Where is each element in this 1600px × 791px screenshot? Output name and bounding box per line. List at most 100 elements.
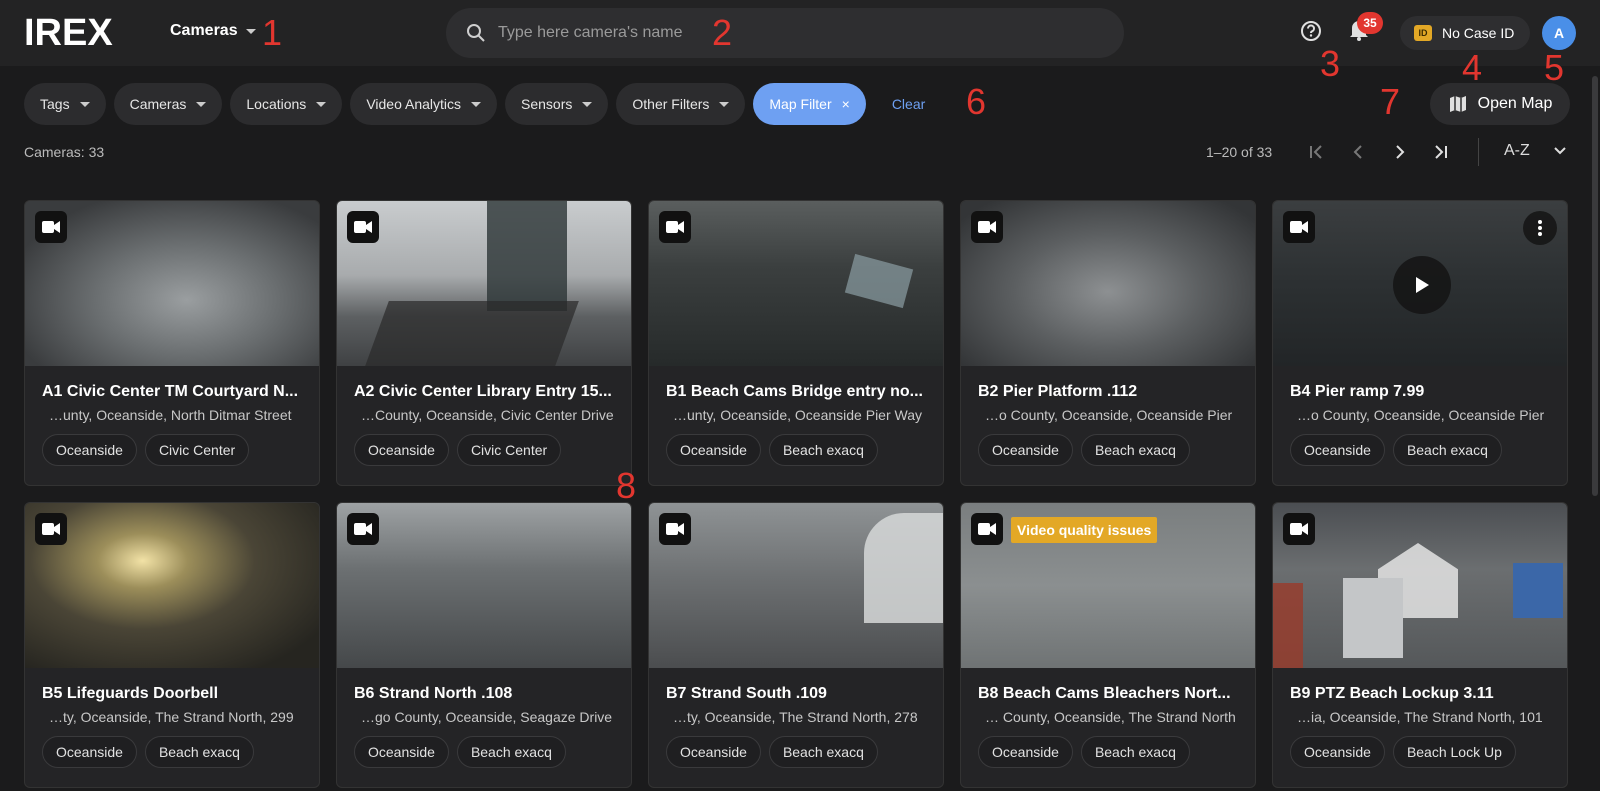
camera-thumbnail[interactable] bbox=[337, 503, 631, 668]
prev-page-button[interactable] bbox=[1346, 140, 1370, 164]
camera-tag[interactable]: Oceanside bbox=[978, 736, 1073, 768]
chevron-right-icon bbox=[1396, 145, 1405, 159]
filter-locations[interactable]: Locations bbox=[230, 83, 343, 125]
camera-tag[interactable]: Oceanside bbox=[1290, 736, 1385, 768]
camera-title: A1 Civic Center TM Courtyard N... bbox=[42, 383, 299, 400]
camera-thumbnail[interactable] bbox=[1273, 201, 1567, 366]
camera-title: B2 Pier Platform .112 bbox=[978, 383, 1138, 400]
last-page-icon bbox=[1435, 145, 1447, 159]
next-page-button[interactable] bbox=[1388, 140, 1412, 164]
first-page-button[interactable] bbox=[1305, 140, 1329, 164]
camera-card[interactable]: B2 Pier Platform .112 …o County, Oceansi… bbox=[960, 200, 1256, 486]
camera-tag[interactable]: Oceanside bbox=[666, 434, 761, 466]
camera-thumbnail[interactable]: Video quality issues bbox=[961, 503, 1255, 668]
open-map-button[interactable]: Open Map bbox=[1430, 83, 1570, 125]
play-button[interactable] bbox=[1393, 256, 1451, 314]
camera-search-box[interactable] bbox=[446, 8, 1124, 58]
camera-tag[interactable]: Beach exacq bbox=[1080, 434, 1190, 466]
search-input[interactable] bbox=[498, 24, 1058, 42]
case-id-selector[interactable]: ID No Case ID bbox=[1400, 16, 1530, 50]
camera-title: B6 Strand North .108 bbox=[354, 685, 513, 702]
camera-tag[interactable]: Beach Lock Up bbox=[1392, 736, 1516, 768]
thumb-detail bbox=[1273, 583, 1303, 668]
camera-card[interactable]: Video quality issues B8 Beach Cams Bleac… bbox=[960, 502, 1256, 788]
camera-tag[interactable]: Oceanside bbox=[42, 736, 137, 768]
filter-label: Tags bbox=[40, 96, 70, 112]
annotation-marker-2: 2 bbox=[712, 12, 733, 53]
camera-card[interactable]: B9 PTZ Beach Lockup 3.11 …ia, Oceanside,… bbox=[1272, 502, 1568, 788]
filter-sensors[interactable]: Sensors bbox=[505, 83, 609, 125]
toolbar-divider bbox=[1478, 138, 1479, 166]
video-camera-icon bbox=[347, 211, 379, 243]
cameras-nav-dropdown[interactable]: Cameras bbox=[170, 22, 256, 40]
camera-tag[interactable]: Civic Center bbox=[456, 434, 562, 466]
open-map-label: Open Map bbox=[1477, 95, 1553, 112]
filter-tags[interactable]: Tags bbox=[24, 83, 106, 125]
camera-card[interactable]: B6 Strand North .108 …go County, Oceansi… bbox=[336, 502, 632, 788]
last-page-button[interactable] bbox=[1428, 140, 1452, 164]
annotation-marker-5: 5 bbox=[1544, 47, 1565, 88]
sort-dropdown[interactable]: A-Z bbox=[1504, 142, 1568, 160]
video-camera-icon bbox=[347, 513, 379, 545]
filter-label: Sensors bbox=[521, 96, 573, 112]
camera-card[interactable]: A1 Civic Center TM Courtyard N... …unty,… bbox=[24, 200, 320, 486]
camera-card[interactable]: B5 Lifeguards Doorbell …ty, Oceanside, T… bbox=[24, 502, 320, 788]
sort-label: A-Z bbox=[1504, 142, 1530, 159]
camera-thumbnail[interactable] bbox=[337, 201, 631, 366]
camera-location: …ty, Oceanside, The Strand North, 278 bbox=[673, 709, 918, 725]
user-avatar[interactable]: A bbox=[1542, 16, 1576, 50]
page-scrollbar-thumb[interactable] bbox=[1592, 76, 1598, 496]
camera-tag[interactable]: Civic Center bbox=[144, 434, 250, 466]
camera-tag[interactable]: Oceanside bbox=[354, 434, 449, 466]
camera-thumbnail[interactable] bbox=[1273, 503, 1567, 668]
camera-title: B1 Beach Cams Bridge entry no... bbox=[666, 383, 923, 400]
camera-thumbnail[interactable] bbox=[649, 503, 943, 668]
help-button[interactable] bbox=[1300, 20, 1322, 47]
cameras-count: Cameras: 33 bbox=[24, 144, 105, 160]
annotation-marker-4: 4 bbox=[1462, 47, 1483, 88]
camera-location: …unty, Oceanside, North Ditmar Street bbox=[49, 407, 292, 423]
camera-location: …County, Oceanside, Civic Center Drive bbox=[361, 407, 614, 423]
filter-map-active[interactable]: Map Filter × bbox=[753, 83, 866, 125]
camera-tag[interactable]: Oceanside bbox=[1290, 434, 1385, 466]
video-quality-warning-badge: Video quality issues bbox=[1011, 517, 1158, 543]
annotation-marker-6: 6 bbox=[966, 81, 987, 122]
camera-thumbnail[interactable] bbox=[649, 201, 943, 366]
camera-options-button[interactable] bbox=[1523, 211, 1557, 245]
camera-card[interactable]: B7 Strand South .109 …ty, Oceanside, The… bbox=[648, 502, 944, 788]
case-id-label: No Case ID bbox=[1442, 25, 1515, 41]
camera-title: B8 Beach Cams Bleachers Nort... bbox=[978, 685, 1231, 702]
camera-tag[interactable]: Beach exacq bbox=[456, 736, 566, 768]
camera-tag[interactable]: Beach exacq bbox=[1392, 434, 1502, 466]
camera-tag[interactable]: Oceanside bbox=[354, 736, 449, 768]
camera-thumbnail[interactable] bbox=[25, 503, 319, 668]
filter-video-analytics[interactable]: Video Analytics bbox=[350, 83, 498, 125]
camera-title: B5 Lifeguards Doorbell bbox=[42, 685, 219, 702]
video-camera-icon bbox=[659, 513, 691, 545]
close-icon[interactable]: × bbox=[842, 96, 850, 112]
video-camera-icon bbox=[659, 211, 691, 243]
camera-tag[interactable]: Beach exacq bbox=[144, 736, 254, 768]
camera-tag[interactable]: Oceanside bbox=[42, 434, 137, 466]
irex-logo[interactable]: IREX bbox=[24, 14, 132, 50]
camera-tag[interactable]: Oceanside bbox=[978, 434, 1073, 466]
clear-filters-link[interactable]: Clear bbox=[892, 96, 925, 112]
camera-title: B9 PTZ Beach Lockup 3.11 bbox=[1290, 685, 1494, 702]
video-camera-icon bbox=[1283, 211, 1315, 243]
camera-card[interactable]: B1 Beach Cams Bridge entry no... …unty, … bbox=[648, 200, 944, 486]
camera-tag[interactable]: Beach exacq bbox=[768, 736, 878, 768]
camera-tag[interactable]: Beach exacq bbox=[1080, 736, 1190, 768]
filter-cameras[interactable]: Cameras bbox=[113, 83, 223, 125]
camera-tag[interactable]: Beach exacq bbox=[768, 434, 878, 466]
camera-card[interactable]: A2 Civic Center Library Entry 15... …Cou… bbox=[336, 200, 632, 486]
filter-other[interactable]: Other Filters bbox=[616, 83, 746, 125]
camera-thumbnail[interactable] bbox=[25, 201, 319, 366]
chevron-down-icon bbox=[471, 101, 482, 107]
camera-location: …go County, Oceanside, Seagaze Drive bbox=[361, 709, 613, 725]
camera-card[interactable]: B4 Pier ramp 7.99 …o County, Oceanside, … bbox=[1272, 200, 1568, 486]
thumb-detail bbox=[1513, 563, 1563, 618]
camera-title: B7 Strand South .109 bbox=[666, 685, 827, 702]
camera-thumbnail[interactable] bbox=[961, 201, 1255, 366]
camera-tag[interactable]: Oceanside bbox=[666, 736, 761, 768]
first-page-icon bbox=[1310, 145, 1322, 159]
